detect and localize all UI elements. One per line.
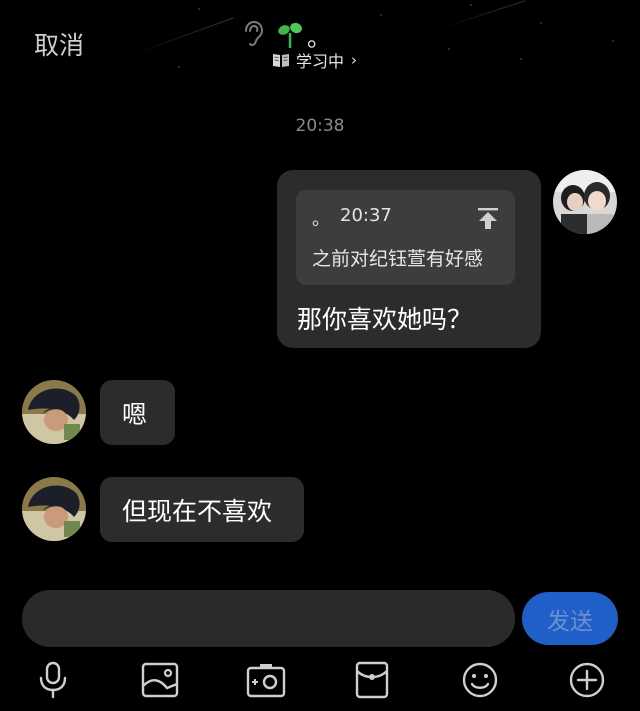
my-avatar[interactable] bbox=[553, 170, 617, 234]
chevron-right-icon: › bbox=[351, 51, 358, 69]
contact-avatar[interactable] bbox=[22, 380, 86, 444]
incoming-message-text: 嗯 bbox=[122, 399, 148, 429]
red-packet-icon[interactable] bbox=[352, 660, 392, 700]
cancel-button[interactable]: 取消 bbox=[34, 26, 84, 62]
image-icon[interactable] bbox=[140, 660, 180, 700]
quoted-message[interactable]: 。 20:37 之前对纪钰萱有好感 bbox=[296, 190, 515, 285]
outgoing-message-text: 那你喜欢她吗？ bbox=[297, 305, 473, 334]
incoming-message-text: 但现在不喜欢 bbox=[122, 496, 273, 526]
status-indicator[interactable]: 学习中 › bbox=[272, 48, 357, 72]
emoji-icon[interactable] bbox=[460, 660, 500, 700]
quote-header: 。 20:37 bbox=[312, 205, 392, 231]
message-input[interactable] bbox=[22, 590, 515, 647]
send-button[interactable]: 发送 bbox=[522, 592, 618, 645]
incoming-message-bubble[interactable]: 嗯 bbox=[100, 380, 175, 445]
quote-text: 之前对纪钰萱有好感 bbox=[312, 248, 484, 270]
book-icon bbox=[273, 54, 289, 67]
sprout-icon bbox=[278, 22, 302, 48]
plus-icon[interactable] bbox=[567, 660, 607, 700]
incoming-message-bubble[interactable]: 但现在不喜欢 bbox=[100, 477, 304, 542]
message-timestamp: 20:38 bbox=[295, 116, 345, 136]
jump-to-top-icon[interactable] bbox=[476, 206, 500, 230]
camera-icon[interactable] bbox=[246, 660, 286, 700]
quote-time: 20:37 bbox=[340, 205, 392, 226]
outgoing-message-bubble[interactable]: 。 20:37 之前对纪钰萱有好感 那你喜欢她吗？ bbox=[277, 170, 541, 348]
ear-icon[interactable] bbox=[240, 20, 264, 48]
status-text: 学习中 bbox=[296, 52, 345, 71]
quote-sender: 。 bbox=[312, 209, 330, 230]
contact-avatar[interactable] bbox=[22, 477, 86, 541]
microphone-icon[interactable] bbox=[33, 660, 73, 700]
